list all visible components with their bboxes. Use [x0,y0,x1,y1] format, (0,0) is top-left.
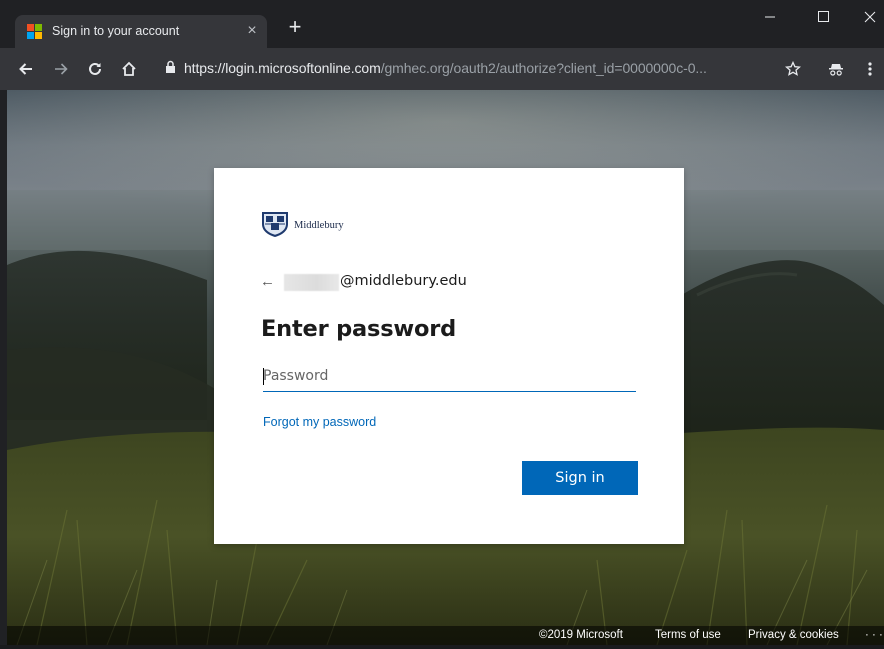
forward-icon[interactable] [48,56,74,82]
url-text: https://login.microsoftonline.com/gmhec.… [184,60,707,76]
page-footer: ©2019 Microsoft Terms of use Privacy & c… [7,626,884,645]
address-bar[interactable]: https://login.microsoftonline.com/gmhec.… [160,53,788,83]
account-identity: @middlebury.edu [340,273,467,289]
text-caret [263,368,264,385]
password-field[interactable] [263,360,636,392]
browser-toolbar: https://login.microsoftonline.com/gmhec.… [0,48,884,90]
middlebury-shield-icon [260,210,290,243]
signin-dialog: Middlebury ← @middlebury.edu Enter passw… [214,168,684,544]
terms-link[interactable]: Terms of use [655,629,721,641]
page-title: Enter password [261,316,457,342]
window-frame-bottom [0,645,884,649]
page-background: Middlebury ← @middlebury.edu Enter passw… [7,90,884,645]
url-path: /gmhec.org/oauth2/authorize?client_id=00… [380,60,707,76]
menu-icon[interactable] [857,56,883,82]
lock-icon[interactable] [165,60,176,79]
reload-icon[interactable] [82,56,108,82]
incognito-icon[interactable] [823,56,849,82]
new-tab-button[interactable]: + [284,16,306,38]
url-host: https://login.microsoftonline.com [184,60,381,76]
back-icon[interactable] [13,56,39,82]
privacy-link[interactable]: Privacy & cookies [748,629,839,641]
home-icon[interactable] [116,56,142,82]
browser-tab[interactable]: Sign in to your account × [15,15,267,48]
maximize-icon[interactable] [800,0,846,34]
forgot-password-link[interactable]: Forgot my password [263,415,376,429]
more-options-icon[interactable]: · · · [865,629,883,641]
copyright-text: ©2019 Microsoft [539,629,623,641]
back-arrow-icon[interactable]: ← [260,273,275,291]
microsoft-logo-icon [27,24,42,39]
tab-close-icon[interactable]: × [243,22,261,40]
star-icon[interactable] [780,56,806,82]
window-frame [0,0,7,649]
minimize-icon[interactable] [747,0,793,34]
tab-strip: Sign in to your account × + [0,0,884,48]
org-logo-text: Middlebury [294,220,344,231]
redacted-username [284,274,339,291]
tab-title: Sign in to your account [52,24,180,38]
signin-button[interactable]: Sign in [522,461,638,495]
close-icon[interactable] [844,0,884,34]
